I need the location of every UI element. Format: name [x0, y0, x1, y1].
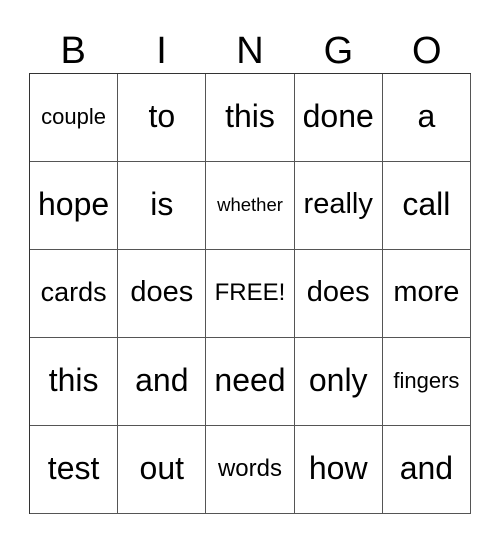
bingo-cell[interactable]: is — [118, 162, 207, 250]
bingo-cell[interactable]: and — [118, 338, 207, 426]
header-letter-i: I — [156, 30, 167, 72]
free-space-cell[interactable]: FREE! — [206, 250, 295, 338]
header-letter-b: B — [60, 30, 86, 72]
header-letter-o: O — [411, 30, 442, 72]
bingo-header: B I N G O — [29, 30, 471, 72]
bingo-cell[interactable]: really — [294, 162, 383, 250]
bingo-cell[interactable]: and — [382, 426, 471, 514]
header-letter-g: G — [323, 30, 354, 72]
bingo-cell[interactable]: whether — [206, 162, 295, 250]
bingo-cell[interactable]: more — [382, 250, 471, 338]
bingo-cell[interactable]: does — [118, 250, 207, 338]
bingo-cell[interactable]: does — [294, 250, 383, 338]
bingo-cell[interactable]: couple — [30, 74, 119, 162]
bingo-cell[interactable]: a — [382, 74, 471, 162]
bingo-cell[interactable]: call — [382, 162, 471, 250]
bingo-cell[interactable]: test — [30, 426, 119, 514]
bingo-cell[interactable]: need — [206, 338, 295, 426]
bingo-cell[interactable]: cards — [30, 250, 119, 338]
bingo-cell[interactable]: done — [294, 74, 383, 162]
bingo-cell[interactable]: out — [118, 426, 207, 514]
bingo-cell[interactable]: to — [118, 74, 207, 162]
bingo-cell[interactable]: words — [206, 426, 295, 514]
bingo-grid: couple to this done a hope is whether re… — [29, 73, 471, 514]
bingo-cell[interactable]: only — [294, 338, 383, 426]
bingo-cell[interactable]: hope — [30, 162, 119, 250]
header-letter-n: N — [236, 30, 264, 72]
bingo-cell[interactable]: this — [206, 74, 295, 162]
bingo-cell[interactable]: how — [294, 426, 383, 514]
bingo-cell[interactable]: fingers — [382, 338, 471, 426]
bingo-cell[interactable]: this — [30, 338, 119, 426]
